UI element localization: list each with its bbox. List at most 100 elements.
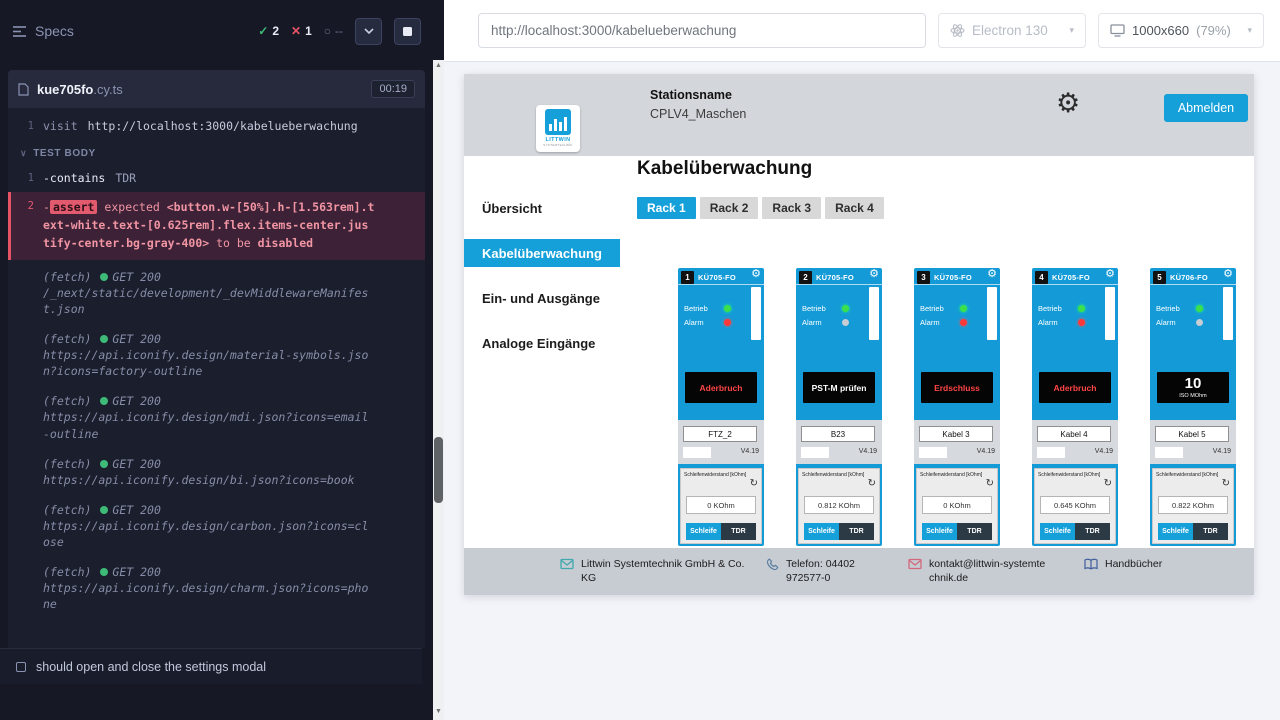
schleife-button[interactable]: Schleife (1158, 523, 1193, 540)
card-gear-icon[interactable]: ⚙ (1223, 269, 1233, 280)
spec-name: kue705fo.cy.ts (37, 82, 123, 97)
card-right-panel (751, 287, 761, 340)
footer-phone[interactable]: Telefon: 04402 972577-0 (766, 557, 892, 585)
scrollbar-track[interactable] (433, 60, 444, 720)
footer-email[interactable]: kontakt@littwin-systemtechnik.de (908, 557, 1046, 585)
schleife-button[interactable]: Schleife (804, 523, 839, 540)
test-box-icon (16, 662, 26, 672)
fetch-status: GET 200 (112, 503, 160, 517)
betrieb-indicator: Betrieb (1156, 304, 1203, 313)
browser-selector[interactable]: Electron 130 ▾ (938, 13, 1086, 48)
aux-field (919, 447, 947, 458)
sidebar-item-label: Analoge Eingänge (482, 336, 595, 351)
schleife-button[interactable]: Schleife (922, 523, 957, 540)
resistance-value-field[interactable]: 0.645 KOhm (1040, 496, 1110, 514)
schleife-button[interactable]: Schleife (686, 523, 721, 540)
refresh-icon[interactable]: ↻ (1222, 479, 1230, 489)
spec-header[interactable]: kue705fo.cy.ts 00:19 (8, 70, 425, 108)
success-dot-icon (100, 397, 108, 405)
rack-tab[interactable]: Rack 4 (825, 197, 884, 219)
tdr-button[interactable]: TDR (721, 523, 756, 540)
cable-name-field[interactable]: Kabel 5 (1155, 426, 1229, 442)
tdr-button[interactable]: TDR (957, 523, 992, 540)
success-dot-icon (100, 273, 108, 281)
alarm-led (724, 319, 731, 326)
scrollbar-thumb[interactable] (434, 437, 443, 503)
card-gear-icon[interactable]: ⚙ (1105, 269, 1115, 280)
station-info: Stationsname CPLV4_Maschen (650, 88, 746, 121)
sidebar-item[interactable]: Übersicht (464, 194, 620, 222)
tdr-button[interactable]: TDR (839, 523, 874, 540)
tdr-button[interactable]: TDR (1075, 523, 1110, 540)
test-body-section-toggle[interactable]: ∨ TEST BODY (8, 139, 425, 166)
green-led (842, 305, 849, 312)
fetch-log-row[interactable]: (fetch) GET 200 https://api.iconify.desi… (8, 324, 425, 386)
card-divider (796, 284, 882, 285)
cable-name-field[interactable]: B23 (801, 426, 875, 442)
logout-button[interactable]: Abmelden (1164, 94, 1248, 122)
rack-tab[interactable]: Rack 1 (637, 197, 696, 219)
sidebar-item[interactable]: Analoge Eingänge (464, 329, 620, 357)
card-number-badge: 4 (1035, 271, 1048, 284)
rack-tab[interactable]: Rack 2 (700, 197, 759, 219)
chevron-down-icon (364, 28, 374, 34)
url-input[interactable] (478, 13, 926, 48)
cable-name-field[interactable]: FTZ_2 (683, 426, 757, 442)
tdr-button[interactable]: TDR (1193, 523, 1228, 540)
runner-scrollbar: ▲ ▼ (433, 0, 444, 720)
sidebar-item[interactable]: Kabelüberwachung (464, 239, 620, 267)
fetch-log-row[interactable]: (fetch) GET 200 https://api.iconify.desi… (8, 386, 425, 448)
app-sidebar: Übersicht Kabelüberwachung Ein- und Ausg… (464, 156, 620, 548)
page-title: Kabelüberwachung (637, 158, 812, 180)
rack-tab[interactable]: Rack 3 (762, 197, 821, 219)
resistance-value-field[interactable]: 0.822 KOhm (1158, 496, 1228, 514)
resistance-panel: Schleifenwiderstand [kOhm] ↻ 0.812 KOhm … (798, 468, 880, 544)
fetch-log-row[interactable]: (fetch) GET 200 https://api.iconify.desi… (8, 557, 425, 619)
firmware-version: V4.19 (859, 448, 877, 455)
refresh-icon[interactable]: ↻ (868, 479, 876, 489)
pending-test-row[interactable]: should open and close the settings modal (0, 648, 422, 684)
fetch-log-row[interactable]: (fetch) GET 200 /_next/static/developmen… (8, 262, 425, 324)
card-right-panel (1223, 287, 1233, 340)
viewport-selector[interactable]: 1000x660 (79%) ▾ (1098, 13, 1264, 48)
phone-icon (766, 558, 779, 571)
card-gear-icon[interactable]: ⚙ (751, 269, 761, 280)
factory-icon (545, 109, 571, 135)
fetch-log-row[interactable]: (fetch) GET 200 https://api.iconify.desi… (8, 449, 425, 495)
monitor-icon (1110, 24, 1125, 37)
cable-name-field[interactable]: Kabel 3 (919, 426, 993, 442)
device-card: 3 KÜ705-FO ⚙ Betrieb Alarm Erdschluss (914, 268, 1000, 546)
scroll-down-arrow[interactable]: ▼ (433, 708, 444, 715)
scroll-up-arrow[interactable]: ▲ (433, 62, 444, 69)
resistance-label: Schleifenwiderstand [kOhm] (920, 472, 982, 478)
fetch-url: https://api.iconify.design/carbon.json?i… (43, 518, 375, 550)
card-divider (914, 284, 1000, 285)
resistance-value-field[interactable]: 0 KOhm (686, 496, 756, 514)
card-gear-icon[interactable]: ⚙ (869, 269, 879, 280)
collapse-runner-button[interactable] (355, 18, 382, 45)
refresh-icon[interactable]: ↻ (750, 479, 758, 489)
footer-manuals[interactable]: Handbücher (1084, 557, 1162, 571)
command-assert-failed[interactable]: 2 -assert expected <button.w-[50%].h-[1.… (8, 192, 425, 259)
refresh-icon[interactable]: ↻ (1104, 479, 1112, 489)
stop-tests-button[interactable] (394, 18, 421, 45)
green-led (724, 305, 731, 312)
card-gear-icon[interactable]: ⚙ (987, 269, 997, 280)
assert-message: -assert expected <button.w-[50%].h-[1.56… (43, 199, 375, 252)
fetch-log-row[interactable]: (fetch) GET 200 https://api.iconify.desi… (8, 495, 425, 557)
specs-button[interactable]: Specs (12, 23, 74, 39)
littwin-logo: LITTWIN SYSTEMTECHNIK (536, 105, 580, 152)
status-text: Aderbruch (700, 383, 743, 393)
pending-test-title: should open and close the settings modal (36, 660, 266, 674)
command-visit[interactable]: 1 visit http://localhost:3000/kabelueber… (8, 114, 425, 139)
sidebar-item[interactable]: Ein- und Ausgänge (464, 284, 620, 312)
resistance-value-field[interactable]: 0 KOhm (922, 496, 992, 514)
test-stats: ✓ 2 ✕ 1 ○ -- (258, 24, 343, 38)
resistance-value-field[interactable]: 0.812 KOhm (804, 496, 874, 514)
schleife-button[interactable]: Schleife (1040, 523, 1075, 540)
command-contains[interactable]: 1 -contains TDR (8, 166, 425, 191)
settings-gear-icon[interactable]: ⚙ (1056, 90, 1080, 117)
stat-failed: ✕ 1 (291, 24, 312, 38)
cable-name-field[interactable]: Kabel 4 (1037, 426, 1111, 442)
refresh-icon[interactable]: ↻ (986, 479, 994, 489)
